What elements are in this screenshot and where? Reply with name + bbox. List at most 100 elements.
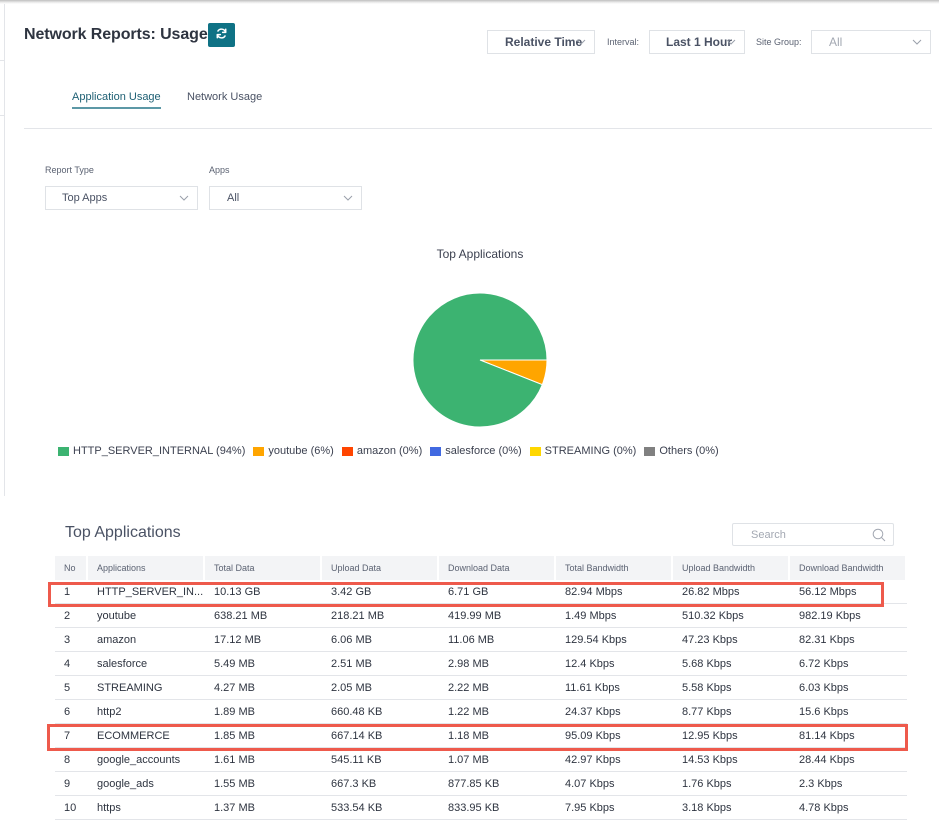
applications-table: No Applications Total Data Upload Data Downl…	[55, 556, 907, 820]
table-cell: https	[88, 796, 205, 820]
site-group-dropdown[interactable]: All	[811, 30, 931, 54]
search-icon[interactable]	[872, 528, 886, 542]
legend-label: Others (0%)	[659, 445, 719, 457]
table-row[interactable]: 10 https 1.37 MB 533.54 KB 833.95 KB 7.95 Kbp…	[55, 796, 907, 820]
legend-item[interactable]: HTTP_SERVER_INTERNAL (94%)	[58, 445, 245, 457]
table-cell: 2.51 MB	[322, 652, 439, 676]
legend-item[interactable]: youtube (6%)	[253, 445, 334, 457]
table-cell: 42.97 Kbps	[556, 748, 673, 772]
table-cell: 3.42 GB	[322, 580, 439, 604]
table-cell: google_accounts	[88, 748, 205, 772]
top-shadow	[0, 0, 939, 4]
legend-label: salesforce (0%)	[445, 445, 522, 457]
table-cell: 6.71 GB	[439, 580, 556, 604]
table-cell: 7	[55, 724, 88, 748]
table-cell: 3.18 Kbps	[673, 796, 790, 820]
table-row[interactable]: 9 google_ads 1.55 MB 667.3 KB 877.85 KB 4.07 …	[55, 772, 907, 796]
report-type-label: Report Type	[45, 165, 94, 175]
column-header[interactable]: Total Data	[205, 556, 322, 580]
table-cell: 1.89 MB	[205, 700, 322, 724]
chevron-down-icon	[912, 37, 922, 47]
table-cell: 6.03 Kbps	[790, 676, 907, 700]
table-cell: 15.6 Kbps	[790, 700, 907, 724]
table-cell: 2.3 Kbps	[790, 772, 907, 796]
table-cell: 11.06 MB	[439, 628, 556, 652]
search-input[interactable]	[749, 527, 859, 542]
search-box[interactable]	[732, 523, 894, 546]
table-cell: 1.37 MB	[205, 796, 322, 820]
table-cell: HTTP_SERVER_IN...	[88, 580, 205, 604]
column-header[interactable]: Upload Bandwidth	[673, 556, 790, 580]
column-header[interactable]: Total Bandwidth	[556, 556, 673, 580]
table-cell: 5.58 Kbps	[673, 676, 790, 700]
legend-swatch	[253, 446, 265, 456]
table-cell: 2	[55, 604, 88, 628]
table-cell: 12.4 Kbps	[556, 652, 673, 676]
table-cell: 6.06 MB	[322, 628, 439, 652]
time-mode-dropdown[interactable]: Relative Time	[487, 30, 595, 54]
chevron-down-icon	[726, 37, 736, 47]
table-cell: 510.32 Kbps	[673, 604, 790, 628]
table-row[interactable]: 6 http2 1.89 MB 660.48 KB 1.22 MB 24.37 Kbps 8…	[55, 700, 907, 724]
table-cell: 667.14 KB	[322, 724, 439, 748]
column-header[interactable]: No	[55, 556, 88, 580]
legend-item[interactable]: STREAMING (0%)	[529, 445, 636, 457]
legend-item[interactable]: amazon (0%)	[341, 445, 423, 457]
table-cell: 56.12 Mbps	[790, 580, 907, 604]
legend-label: amazon (0%)	[356, 445, 423, 457]
report-type-select[interactable]: Top Apps	[45, 186, 198, 210]
table-cell: 47.23 Kbps	[673, 628, 790, 652]
interval-dropdown[interactable]: Last 1 Hour	[649, 30, 745, 54]
table-cell: 8	[55, 748, 88, 772]
column-header[interactable]: Download Data	[439, 556, 556, 580]
tab-application-usage[interactable]: Application Usage	[72, 91, 161, 109]
chart-title: Top Applications	[436, 247, 524, 261]
table-row[interactable]: 1 HTTP_SERVER_IN... 10.13 GB 3.42 GB 6.71 GB…	[55, 580, 907, 604]
table-cell: youtube	[88, 604, 205, 628]
table-cell: 82.94 Mbps	[556, 580, 673, 604]
column-header[interactable]: Download Bandwidth	[790, 556, 907, 580]
column-header[interactable]: Applications	[88, 556, 205, 580]
table-cell: 638.21 MB	[205, 604, 322, 628]
legend-label: youtube (6%)	[268, 445, 334, 457]
chart-legend: HTTP_SERVER_INTERNAL (94%) youtube (6%) am…	[58, 445, 727, 457]
interval-value: Last 1 Hour	[666, 35, 733, 49]
apps-select[interactable]: All	[209, 186, 362, 210]
page-title: Network Reports: Usage	[24, 26, 208, 43]
pie-slice-http-server-internal[interactable]	[412, 292, 548, 428]
site-group-label: Site Group:	[756, 37, 802, 47]
table-row[interactable]: 4 salesforce 5.49 MB 2.51 MB 2.98 MB 12.4 Kbp…	[55, 652, 907, 676]
table-cell: 28.44 Kbps	[790, 748, 907, 772]
site-group-value: All	[829, 35, 843, 49]
legend-swatch	[341, 446, 353, 456]
table-cell: 17.12 MB	[205, 628, 322, 652]
table-row[interactable]: 8 google_accounts 1.61 MB 545.11 KB 1.07 MB 4…	[55, 748, 907, 772]
legend-swatch	[430, 446, 442, 456]
table-cell: 1.55 MB	[205, 772, 322, 796]
table-title: Top Applications	[65, 524, 181, 541]
table-row[interactable]: 2 youtube 638.21 MB 218.21 MB 419.99 MB 1.49 …	[55, 604, 907, 628]
legend-item[interactable]: salesforce (0%)	[430, 445, 522, 457]
table-cell: 533.54 KB	[322, 796, 439, 820]
table-row[interactable]: 3 amazon 17.12 MB 6.06 MB 11.06 MB 129.54 Kbp…	[55, 628, 907, 652]
legend-swatch	[529, 446, 541, 456]
left-notch	[0, 115, 5, 116]
table-cell: 10	[55, 796, 88, 820]
table-cell: 5.49 MB	[205, 652, 322, 676]
legend-item[interactable]: Others (0%)	[644, 445, 719, 457]
table-cell: 667.3 KB	[322, 772, 439, 796]
table-cell: 833.95 KB	[439, 796, 556, 820]
apps-label: Apps	[209, 165, 230, 175]
table-row[interactable]: 7 ECOMMERCE 1.85 MB 667.14 KB 1.18 MB 95.09 K…	[55, 724, 907, 748]
tab-network-usage[interactable]: Network Usage	[187, 91, 262, 107]
table-cell: 11.61 Kbps	[556, 676, 673, 700]
table-cell: google_ads	[88, 772, 205, 796]
legend-swatch	[644, 446, 656, 456]
tabs-divider	[24, 128, 932, 129]
table-cell: 95.09 Kbps	[556, 724, 673, 748]
refresh-button[interactable]	[208, 23, 235, 47]
table-cell: 877.85 KB	[439, 772, 556, 796]
table-cell: 1	[55, 580, 88, 604]
column-header[interactable]: Upload Data	[322, 556, 439, 580]
table-row[interactable]: 5 STREAMING 4.27 MB 2.05 MB 2.22 MB 11.61 Kbp…	[55, 676, 907, 700]
